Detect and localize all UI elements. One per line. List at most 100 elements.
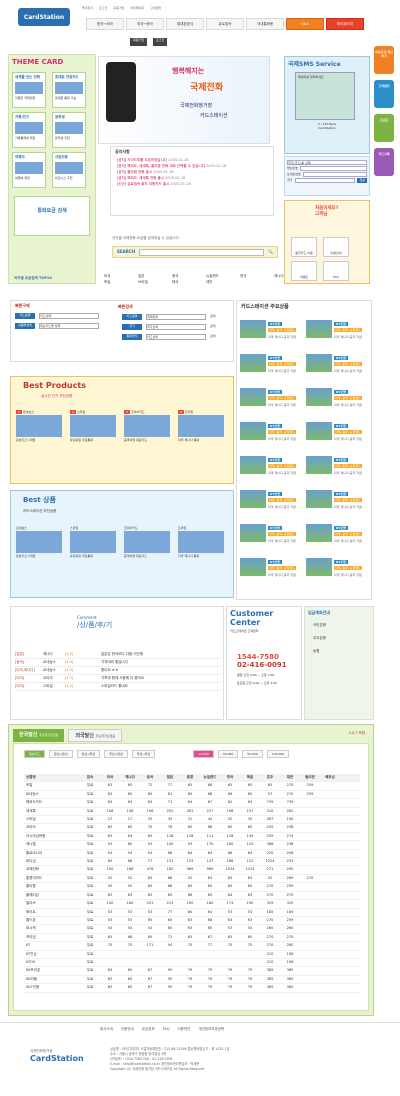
table-row[interactable]: 플래티넘 무료 63 63 65 65 66 65 64 63 270 270	[24, 892, 360, 901]
hit-card[interactable]: KT포켓 미국, 중국, 뉴질랜드 미국 캐나다 중국 저렴	[306, 422, 368, 456]
country-select[interactable]: 국가선택	[146, 324, 206, 330]
tab-overseas-outbound[interactable]: 외국발신 주요국가요금표	[68, 729, 122, 742]
comment-row[interactable]: [미국,캐나다] 르네상스 [4.5] 좋아요 ㅎㅎ	[15, 667, 221, 675]
login-button[interactable]: 로그인	[153, 38, 168, 46]
nav-item[interactable]: 국내통화용	[246, 18, 284, 30]
sender-input[interactable]	[302, 172, 367, 177]
footer-link[interactable]: 개인정보보호정책	[198, 1027, 224, 1032]
table-row[interactable]: 할로아시아 무료 54 54 54 66 64 64 66 64 220 208	[24, 850, 360, 859]
top-link[interactable]: 로그인	[99, 6, 107, 12]
search-icon[interactable]: 🔍	[268, 249, 273, 255]
best-card[interactable]: 1 르네상스 유효기간 1개월	[16, 410, 64, 470]
hit-card[interactable]: KT포켓 미국, 중국, 뉴질랜드 미국 캐나다 중국 저렴	[306, 388, 368, 422]
hit-card[interactable]: KT포켓 미국, 중국, 뉴질랜드 미국 캐나다 중국 저렴	[240, 490, 302, 524]
table-row[interactable]: 졸라팝 무료 55 55 65 68 65 65 65 65 270 259	[24, 883, 360, 892]
amount-chip[interactable]: 10,000	[193, 750, 214, 758]
country-input[interactable]	[294, 178, 356, 183]
table-row[interactable]: KTOS 무료 210 196	[24, 959, 360, 968]
country-link[interactable]: 캐나다	[274, 274, 304, 279]
theme-card[interactable]: 가족/친구 가족통화에 적합	[12, 112, 46, 148]
hit-card[interactable]: KT포켓 미국, 중국, 뉴질랜드 미국 캐나다 중국 저렴	[306, 456, 368, 490]
footer-link[interactable]: 요금정보	[142, 1027, 155, 1032]
table-row[interactable]: SK프리폰 무료 63 65 67 95 79 79 79 79 385 385	[24, 967, 360, 976]
theme-card[interactable]: 휴대폰 전용카드 휴대폰 통화 가능	[52, 72, 86, 108]
footer-link[interactable]: 회사소개	[100, 1027, 113, 1032]
top-link[interactable]: 회원가입	[113, 6, 124, 12]
receiver-input[interactable]	[300, 166, 367, 171]
table-row[interactable]: 화이트 무료 53 53 53 77 60 64 53 53 185 185	[24, 909, 360, 917]
country-link[interactable]: 일본	[138, 274, 168, 279]
table-row[interactable]: 빌리브 무료 140 160 201 213 190 180 174 190 329 329	[24, 900, 360, 909]
table-row[interactable]: 스마일 무료 27 27 33 33 31 44 32 35 267 190	[24, 816, 360, 825]
table-row[interactable]: SK리필 무료 63 65 67 95 79 79 79 79 385 385	[24, 976, 360, 985]
hit-card[interactable]: KT포켓 미국, 중국, 뉴질랜드 미국 캐나다 중국 저렴	[240, 558, 302, 592]
footer-link[interactable]: FAQ	[163, 1027, 170, 1032]
nav-item[interactable]: 한국→외국	[86, 18, 124, 30]
country-link[interactable]: 독일	[104, 280, 134, 285]
nav-item[interactable]: 외국→한국	[126, 18, 164, 30]
amount-chip[interactable]: 30,000	[217, 750, 239, 758]
card-select[interactable]: 카드선택	[39, 313, 99, 319]
table-row[interactable]: 르네상스 무료 63 65 65 81 65 68 66 65 57 270 259	[24, 791, 360, 800]
tab-korea-outbound[interactable]: 한국발신 주요국가요금표	[13, 729, 65, 742]
comment-row[interactable]: [일본] 캐나다 [4.2] 일본은 한국보다 다음 이전에	[15, 651, 221, 659]
nav-mypage[interactable]: 마이페이지	[326, 18, 364, 30]
country-link[interactable]: 영국	[240, 274, 270, 279]
best2-card[interactable]: 프라임 미국 캐나다 통화	[178, 526, 226, 586]
footer-link[interactable]: 이용약관	[177, 1027, 190, 1032]
rail-calc[interactable]: 이용요금 계산하기	[374, 46, 394, 74]
hit-card[interactable]: KT포켓 미국, 중국, 뉴질랜드 미국 캐나다 중국 저렴	[240, 422, 302, 456]
table-row[interactable]: 홍콩이카드 무료 52 52 63 68 52 63 63 63 52 269 270	[24, 875, 360, 884]
hit-card[interactable]: KT포켓 미국, 중국, 뉴질랜드 미국 캐나다 중국 저렴	[240, 320, 302, 354]
filter-chip[interactable]: 무선→무선	[131, 750, 156, 758]
guide-button[interactable]: 이용안내	[323, 237, 349, 257]
filter-chip[interactable]: 유선→무선	[76, 750, 101, 758]
hit-card[interactable]: KT포켓 미국, 중국, 뉴질랜드 미국 캐나다 중국 저렴	[240, 388, 302, 422]
table-row[interactable]: 아시아넘버원 무료 63 64 65 118 118 111 118 149 259 274	[24, 833, 360, 842]
search-input[interactable]	[139, 249, 265, 256]
best-card[interactable]: 3 코리아카드 중국여행 대표카드	[124, 410, 172, 470]
table-row[interactable]: 해외도카드 무료 63 63 63 71 64 67 62 63 739 739	[24, 799, 360, 808]
table-row[interactable]: 코리아 무료 63 65 70 78 65 68 65 65 255 238	[24, 824, 360, 833]
top-link[interactable]: 즐겨찾기	[82, 6, 93, 12]
comment-row[interactable]: [중국] 르네상스 [4.9] 가격대비 좋습니다	[15, 659, 221, 667]
notice-item[interactable]: [신규] 유로접속 회차 지원카드 출시 2005-01-18	[117, 181, 267, 187]
send-button[interactable]: 전송	[357, 178, 367, 183]
hit-card[interactable]: KT포켓 미국, 중국, 뉴질랜드 미국 캐나다 중국 저렴	[306, 490, 368, 524]
nav-item[interactable]: 휴대폰방식	[166, 18, 204, 30]
table-row[interactable]: 캐나텔 무료 53 60 53 100 93 170 180 125 386 238	[24, 841, 360, 850]
hit-card[interactable]: KT포켓 미국, 중국, 뉴질랜드 미국 캐나다 중국 저렴	[306, 558, 368, 592]
theme-card[interactable]: 세계를 잇는 전화 저렴한 국제전화	[12, 72, 46, 108]
rate-calc-banner[interactable]: 통화요금 검색	[14, 196, 90, 236]
amount-chip[interactable]: 100,000	[266, 750, 290, 758]
hit-card[interactable]: KT포켓 미국, 중국, 뉴질랜드 미국 캐나다 중국 저렴	[240, 524, 302, 558]
best2-card[interactable]: 르네상스 유효기간 1개월	[16, 526, 64, 586]
country-link[interactable]: 대만	[206, 280, 236, 285]
country-link[interactable]: 미국	[104, 274, 134, 279]
filter-chip[interactable]: 유선→유선	[49, 750, 73, 758]
signup-button[interactable]: 회원가입	[130, 38, 148, 46]
rail-buy[interactable]: 카드구매	[374, 148, 394, 176]
country-link[interactable]: 뉴질랜드	[206, 274, 236, 279]
theme-card[interactable]: 사업자용 비즈니스 추천	[52, 152, 86, 188]
table-row[interactable]: KT 무료 70 75 171 94 70 77 70 75 270 280	[24, 942, 360, 951]
country-link[interactable]: 중국	[172, 274, 202, 279]
amount-chip[interactable]: 50,000	[242, 750, 263, 758]
filter-chip[interactable]: 일반카드	[24, 750, 46, 758]
theme-card[interactable]: 유학생 유학생 추천	[52, 112, 86, 148]
nav-item[interactable]: 유로접속	[206, 18, 244, 30]
country-link[interactable]: 태국	[172, 280, 202, 285]
table-row[interactable]: 프라임 무료 65 68 65 71 65 67 65 65 270 270	[24, 934, 360, 943]
top-link[interactable]: 마이페이지	[130, 6, 144, 12]
table-row[interactable]: 포알 무료 63 65 72 77 65 68 65 65 65 270 259	[24, 782, 360, 791]
go-button[interactable]: 검색	[210, 334, 216, 340]
hit-card[interactable]: KT포켓 미국, 중국, 뉴질랜드 미국 캐나다 중국 저렴	[306, 524, 368, 558]
hit-card[interactable]: KT포켓 미국, 중국, 뉴질랜드 미국 캐나다 중국 저렴	[240, 456, 302, 490]
go-button[interactable]: 검색	[210, 324, 216, 330]
country-link[interactable]: 브라질	[138, 280, 168, 285]
footer-link[interactable]: 이용안내	[121, 1027, 134, 1032]
rail-rates[interactable]: 요금표	[374, 114, 394, 142]
method-select[interactable]: 카드선택	[146, 334, 206, 340]
sms-screen[interactable]: 메세지를 입력하세요	[295, 72, 355, 120]
recharge-button[interactable]: 충전카드 이용	[291, 237, 317, 257]
